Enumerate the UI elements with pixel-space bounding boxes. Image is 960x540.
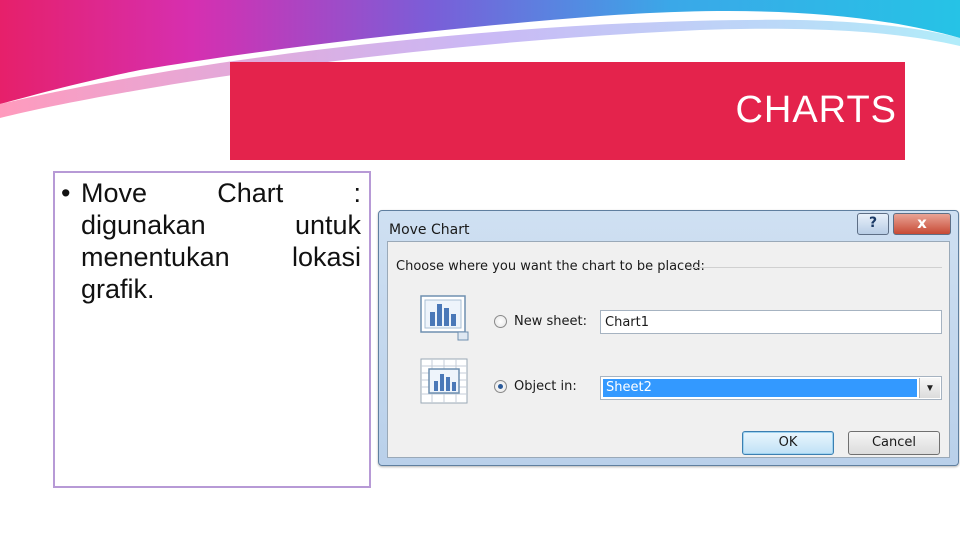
embedded-chart-icon — [420, 358, 468, 404]
bullet-text: Move Chart : digunakan untuk menentukan … — [81, 178, 361, 304]
bullet-symbol: • — [61, 178, 71, 208]
new-sheet-label[interactable]: New sheet: — [514, 314, 587, 329]
title-banner: CHARTS — [230, 62, 905, 160]
new-sheet-name-input[interactable]: Chart1 — [600, 310, 942, 334]
new-sheet-chart-icon — [420, 295, 469, 341]
new-sheet-radio[interactable] — [494, 315, 507, 328]
move-chart-dialog: Move Chart ? x Choose where you want the… — [378, 210, 959, 466]
dropdown-arrow-icon[interactable]: ▼ — [919, 378, 940, 398]
content-box: • Move Chart : digunakan untuk menentuka… — [53, 171, 371, 488]
object-in-select[interactable]: Sheet2 ▼ — [600, 376, 942, 400]
ok-button[interactable]: OK — [742, 431, 834, 455]
dialog-body: Choose where you want the chart to be pl… — [387, 241, 950, 458]
bullet-item: • Move Chart : digunakan untuk menentuka… — [61, 177, 361, 305]
cancel-button[interactable]: Cancel — [848, 431, 940, 455]
group-label: Choose where you want the chart to be pl… — [396, 259, 705, 274]
object-in-label[interactable]: Object in: — [514, 379, 577, 394]
close-button[interactable]: x — [893, 213, 951, 235]
object-in-radio[interactable] — [494, 380, 507, 393]
group-divider — [690, 267, 942, 268]
slide-title: CHARTS — [735, 89, 897, 131]
dialog-title: Move Chart — [389, 222, 470, 238]
help-button[interactable]: ? — [857, 213, 889, 235]
object-in-selected-value: Sheet2 — [603, 379, 917, 397]
